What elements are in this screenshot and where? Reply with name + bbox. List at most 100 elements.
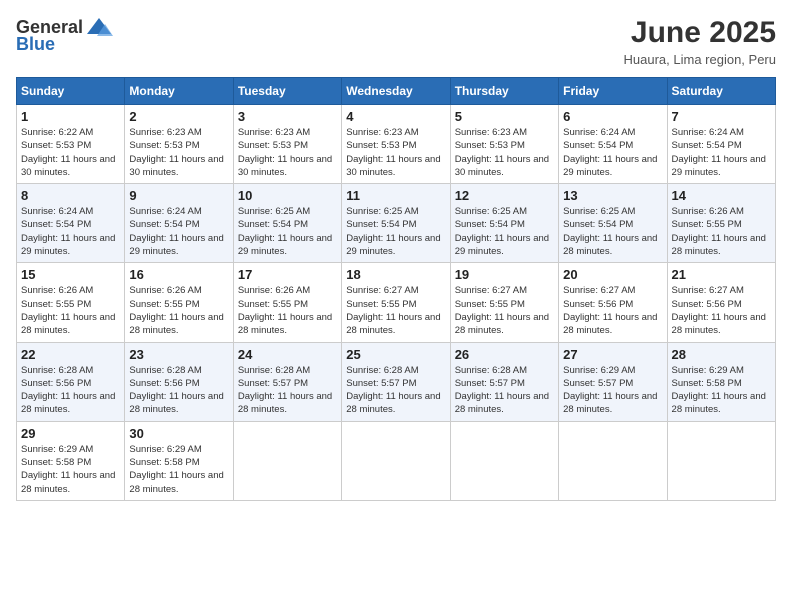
day-number: 17 <box>238 267 337 282</box>
day-number: 30 <box>129 426 228 441</box>
calendar-cell: 16 Sunrise: 6:26 AMSunset: 5:55 PMDaylig… <box>125 263 233 342</box>
day-info: Sunrise: 6:24 AMSunset: 5:54 PMDaylight:… <box>672 127 766 178</box>
day-number: 12 <box>455 188 554 203</box>
day-number: 15 <box>21 267 120 282</box>
day-info: Sunrise: 6:26 AMSunset: 5:55 PMDaylight:… <box>672 206 766 257</box>
calendar-cell: 22 Sunrise: 6:28 AMSunset: 5:56 PMDaylig… <box>17 342 125 421</box>
calendar-cell: 1 Sunrise: 6:22 AMSunset: 5:53 PMDayligh… <box>17 105 125 184</box>
calendar-cell: 23 Sunrise: 6:28 AMSunset: 5:56 PMDaylig… <box>125 342 233 421</box>
calendar-cell: 14 Sunrise: 6:26 AMSunset: 5:55 PMDaylig… <box>667 184 775 263</box>
day-info: Sunrise: 6:27 AMSunset: 5:55 PMDaylight:… <box>346 285 440 336</box>
logo-icon <box>85 16 113 38</box>
calendar-cell: 5 Sunrise: 6:23 AMSunset: 5:53 PMDayligh… <box>450 105 558 184</box>
day-number: 7 <box>672 109 771 124</box>
calendar-cell: 29 Sunrise: 6:29 AMSunset: 5:58 PMDaylig… <box>17 421 125 500</box>
day-info: Sunrise: 6:29 AMSunset: 5:57 PMDaylight:… <box>563 365 657 416</box>
day-number: 23 <box>129 347 228 362</box>
day-info: Sunrise: 6:28 AMSunset: 5:56 PMDaylight:… <box>21 365 115 416</box>
calendar-cell: 25 Sunrise: 6:28 AMSunset: 5:57 PMDaylig… <box>342 342 450 421</box>
calendar-cell: 26 Sunrise: 6:28 AMSunset: 5:57 PMDaylig… <box>450 342 558 421</box>
calendar-cell: 17 Sunrise: 6:26 AMSunset: 5:55 PMDaylig… <box>233 263 341 342</box>
day-info: Sunrise: 6:26 AMSunset: 5:55 PMDaylight:… <box>129 285 223 336</box>
day-info: Sunrise: 6:25 AMSunset: 5:54 PMDaylight:… <box>346 206 440 257</box>
day-number: 10 <box>238 188 337 203</box>
day-number: 24 <box>238 347 337 362</box>
day-number: 21 <box>672 267 771 282</box>
day-info: Sunrise: 6:28 AMSunset: 5:56 PMDaylight:… <box>129 365 223 416</box>
col-wednesday: Wednesday <box>342 78 450 105</box>
calendar-cell <box>450 421 558 500</box>
col-saturday: Saturday <box>667 78 775 105</box>
day-info: Sunrise: 6:29 AMSunset: 5:58 PMDaylight:… <box>129 444 223 495</box>
calendar-cell: 30 Sunrise: 6:29 AMSunset: 5:58 PMDaylig… <box>125 421 233 500</box>
calendar-cell: 19 Sunrise: 6:27 AMSunset: 5:55 PMDaylig… <box>450 263 558 342</box>
day-number: 18 <box>346 267 445 282</box>
day-info: Sunrise: 6:25 AMSunset: 5:54 PMDaylight:… <box>563 206 657 257</box>
day-number: 5 <box>455 109 554 124</box>
col-friday: Friday <box>559 78 667 105</box>
calendar-week-1: 1 Sunrise: 6:22 AMSunset: 5:53 PMDayligh… <box>17 105 776 184</box>
calendar-cell: 18 Sunrise: 6:27 AMSunset: 5:55 PMDaylig… <box>342 263 450 342</box>
calendar-cell: 27 Sunrise: 6:29 AMSunset: 5:57 PMDaylig… <box>559 342 667 421</box>
day-number: 6 <box>563 109 662 124</box>
calendar-cell <box>233 421 341 500</box>
logo: General Blue <box>16 16 113 55</box>
day-info: Sunrise: 6:24 AMSunset: 5:54 PMDaylight:… <box>563 127 657 178</box>
day-info: Sunrise: 6:22 AMSunset: 5:53 PMDaylight:… <box>21 127 115 178</box>
day-info: Sunrise: 6:27 AMSunset: 5:55 PMDaylight:… <box>455 285 549 336</box>
day-info: Sunrise: 6:25 AMSunset: 5:54 PMDaylight:… <box>238 206 332 257</box>
day-number: 16 <box>129 267 228 282</box>
calendar-cell: 15 Sunrise: 6:26 AMSunset: 5:55 PMDaylig… <box>17 263 125 342</box>
calendar-cell: 10 Sunrise: 6:25 AMSunset: 5:54 PMDaylig… <box>233 184 341 263</box>
calendar-subtitle: Huaura, Lima region, Peru <box>624 52 776 67</box>
day-number: 1 <box>21 109 120 124</box>
calendar-cell: 3 Sunrise: 6:23 AMSunset: 5:53 PMDayligh… <box>233 105 341 184</box>
calendar-cell: 13 Sunrise: 6:25 AMSunset: 5:54 PMDaylig… <box>559 184 667 263</box>
header-row: Sunday Monday Tuesday Wednesday Thursday… <box>17 78 776 105</box>
day-number: 9 <box>129 188 228 203</box>
day-number: 20 <box>563 267 662 282</box>
calendar-cell: 2 Sunrise: 6:23 AMSunset: 5:53 PMDayligh… <box>125 105 233 184</box>
day-number: 26 <box>455 347 554 362</box>
day-number: 14 <box>672 188 771 203</box>
calendar-cell: 24 Sunrise: 6:28 AMSunset: 5:57 PMDaylig… <box>233 342 341 421</box>
calendar-cell: 4 Sunrise: 6:23 AMSunset: 5:53 PMDayligh… <box>342 105 450 184</box>
day-info: Sunrise: 6:29 AMSunset: 5:58 PMDaylight:… <box>672 365 766 416</box>
calendar-cell: 21 Sunrise: 6:27 AMSunset: 5:56 PMDaylig… <box>667 263 775 342</box>
calendar-table: Sunday Monday Tuesday Wednesday Thursday… <box>16 77 776 501</box>
day-info: Sunrise: 6:27 AMSunset: 5:56 PMDaylight:… <box>563 285 657 336</box>
calendar-week-2: 8 Sunrise: 6:24 AMSunset: 5:54 PMDayligh… <box>17 184 776 263</box>
title-area: June 2025 Huaura, Lima region, Peru <box>624 16 776 67</box>
day-number: 3 <box>238 109 337 124</box>
calendar-cell <box>559 421 667 500</box>
calendar-cell: 9 Sunrise: 6:24 AMSunset: 5:54 PMDayligh… <box>125 184 233 263</box>
header: General Blue June 2025 Huaura, Lima regi… <box>16 16 776 67</box>
calendar-cell: 11 Sunrise: 6:25 AMSunset: 5:54 PMDaylig… <box>342 184 450 263</box>
day-info: Sunrise: 6:23 AMSunset: 5:53 PMDaylight:… <box>455 127 549 178</box>
calendar-week-4: 22 Sunrise: 6:28 AMSunset: 5:56 PMDaylig… <box>17 342 776 421</box>
col-thursday: Thursday <box>450 78 558 105</box>
day-number: 13 <box>563 188 662 203</box>
day-number: 22 <box>21 347 120 362</box>
day-info: Sunrise: 6:26 AMSunset: 5:55 PMDaylight:… <box>21 285 115 336</box>
calendar-cell <box>342 421 450 500</box>
day-number: 27 <box>563 347 662 362</box>
calendar-cell: 6 Sunrise: 6:24 AMSunset: 5:54 PMDayligh… <box>559 105 667 184</box>
calendar-week-5: 29 Sunrise: 6:29 AMSunset: 5:58 PMDaylig… <box>17 421 776 500</box>
calendar-cell: 28 Sunrise: 6:29 AMSunset: 5:58 PMDaylig… <box>667 342 775 421</box>
calendar-week-3: 15 Sunrise: 6:26 AMSunset: 5:55 PMDaylig… <box>17 263 776 342</box>
day-number: 25 <box>346 347 445 362</box>
day-number: 29 <box>21 426 120 441</box>
calendar-title: June 2025 <box>624 16 776 50</box>
day-info: Sunrise: 6:29 AMSunset: 5:58 PMDaylight:… <box>21 444 115 495</box>
day-info: Sunrise: 6:24 AMSunset: 5:54 PMDaylight:… <box>129 206 223 257</box>
calendar-cell: 12 Sunrise: 6:25 AMSunset: 5:54 PMDaylig… <box>450 184 558 263</box>
day-info: Sunrise: 6:28 AMSunset: 5:57 PMDaylight:… <box>238 365 332 416</box>
day-number: 19 <box>455 267 554 282</box>
day-info: Sunrise: 6:25 AMSunset: 5:54 PMDaylight:… <box>455 206 549 257</box>
day-info: Sunrise: 6:23 AMSunset: 5:53 PMDaylight:… <box>346 127 440 178</box>
day-info: Sunrise: 6:24 AMSunset: 5:54 PMDaylight:… <box>21 206 115 257</box>
day-info: Sunrise: 6:28 AMSunset: 5:57 PMDaylight:… <box>346 365 440 416</box>
col-tuesday: Tuesday <box>233 78 341 105</box>
col-sunday: Sunday <box>17 78 125 105</box>
